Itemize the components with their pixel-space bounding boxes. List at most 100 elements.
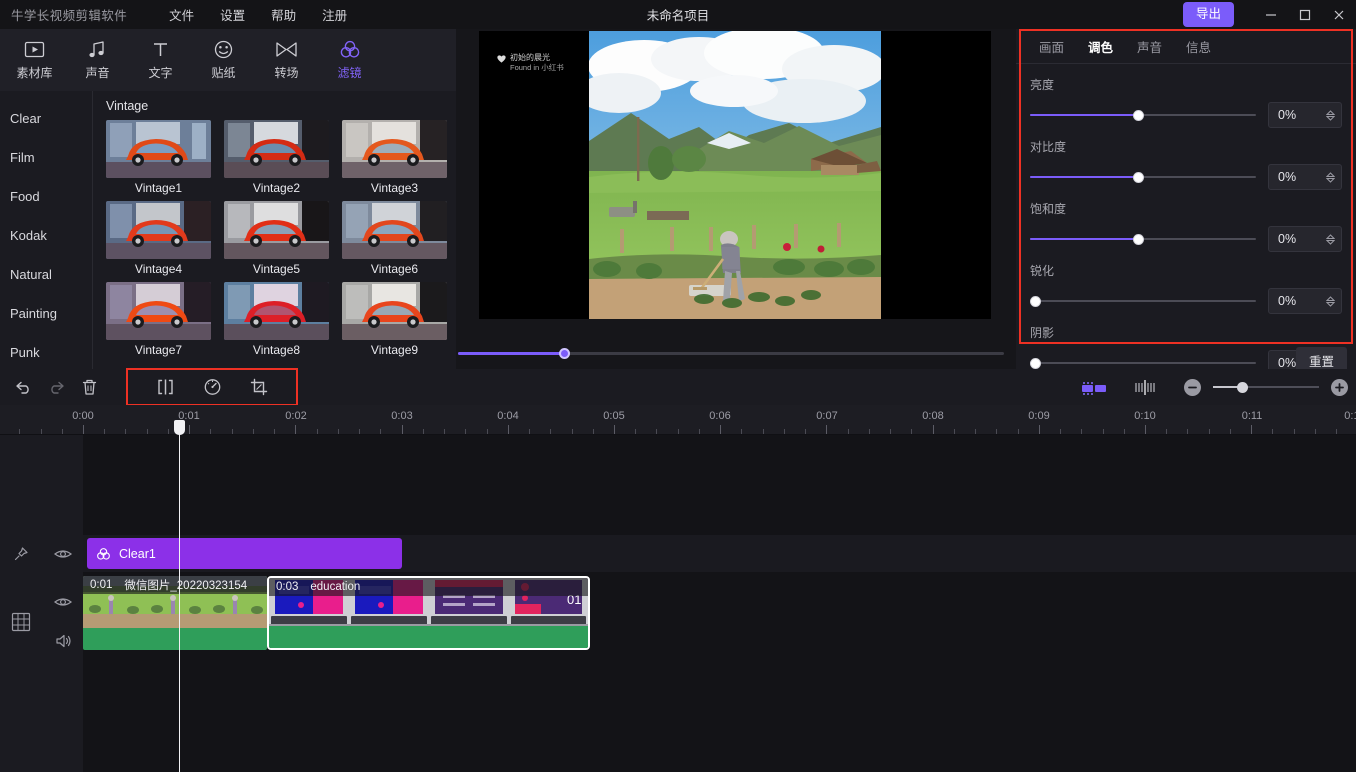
ruler-tick-minor [868, 429, 870, 434]
export-button[interactable]: 导出 [1182, 2, 1234, 27]
seek-handle[interactable] [559, 348, 570, 359]
tab-color-grading[interactable]: 调色 [1077, 31, 1124, 62]
stepper-arrows-icon[interactable] [1326, 295, 1335, 307]
shadow-slider[interactable] [1030, 357, 1256, 369]
track-empty-area[interactable] [83, 435, 1356, 535]
video-clip-1[interactable]: 0:01 微信图片_20220323154 [83, 576, 267, 650]
video-visibility-button[interactable] [53, 595, 72, 609]
saturation-value-field[interactable]: 0% [1268, 226, 1342, 252]
ruler-label: 0:09 [1028, 410, 1050, 422]
menu-item-help[interactable]: 帮助 [258, 2, 309, 27]
slider-handle[interactable] [1133, 234, 1145, 245]
slider-fill [1030, 114, 1139, 116]
pin-button[interactable] [0, 546, 42, 562]
slider-fill [1030, 238, 1139, 240]
effects-visibility-button[interactable] [42, 547, 83, 561]
category-film[interactable]: Film [0, 138, 92, 177]
clip-duration: 0:03 [276, 581, 299, 593]
minimize-button[interactable] [1254, 0, 1288, 29]
redo-icon [50, 381, 64, 394]
tab-media-library[interactable]: 素材库 [3, 39, 66, 81]
zoom-slider[interactable] [1213, 381, 1319, 393]
delete-button[interactable] [74, 374, 104, 400]
ruler-tick-minor [1272, 429, 1274, 434]
sharpen-slider[interactable] [1030, 295, 1256, 307]
stepper-arrows-icon[interactable] [1326, 233, 1335, 245]
video-clip-2[interactable]: 01 0:03 education [267, 576, 590, 650]
slider-handle[interactable] [1133, 110, 1145, 121]
contrast-slider[interactable] [1030, 171, 1256, 183]
menu-item-settings[interactable]: 设置 [207, 2, 258, 27]
ruler-tick-minor [146, 429, 148, 434]
slider-track [1030, 300, 1256, 302]
filter-item[interactable]: Vintage4 [106, 201, 211, 280]
speed-button[interactable] [197, 374, 227, 400]
tab-transition[interactable]: 转场 [255, 39, 318, 81]
maximize-button[interactable] [1288, 0, 1322, 29]
timeline-ruler[interactable]: 0:00 0:01 0:02 0:03 0:04 0:05 0:06 0:07 … [0, 405, 1356, 435]
ruler-tick-minor [911, 429, 913, 434]
filter-name: Vintage8 [252, 343, 301, 357]
zoom-in-button[interactable] [1331, 378, 1348, 396]
redo-button[interactable] [41, 374, 71, 400]
stepper-arrows-icon[interactable] [1326, 171, 1335, 183]
category-food[interactable]: Food [0, 177, 92, 216]
filter-item[interactable]: Vintage1 [106, 120, 211, 199]
zoom-handle[interactable] [1237, 382, 1248, 393]
tab-text[interactable]: 文字 [129, 39, 192, 81]
brightness-value-field[interactable]: 0% [1268, 102, 1342, 128]
split-button[interactable] [150, 374, 180, 400]
close-button[interactable] [1322, 0, 1356, 29]
close-icon [1334, 10, 1344, 19]
tab-info[interactable]: 信息 [1175, 31, 1222, 62]
slider-handle[interactable] [1030, 296, 1041, 307]
filter-item[interactable]: Vintage8 [224, 282, 329, 361]
vintage-car-thumb [106, 201, 211, 259]
category-painting[interactable]: Painting [0, 294, 92, 333]
menu-item-file[interactable]: 文件 [156, 2, 207, 27]
ruler-tick-minor [252, 429, 254, 434]
filter-item[interactable]: Vintage3 [342, 120, 447, 199]
category-natural[interactable]: Natural [0, 255, 92, 294]
stepper-arrows-icon[interactable] [1326, 109, 1335, 121]
preview-seekbar[interactable] [458, 347, 1010, 359]
category-punk[interactable]: Punk [0, 333, 92, 372]
contrast-value-field[interactable]: 0% [1268, 164, 1342, 190]
playhead-handle[interactable] [174, 420, 185, 435]
track-marker-button[interactable] [1081, 379, 1108, 396]
trim-button[interactable] [1134, 379, 1156, 396]
category-clear[interactable]: Clear [0, 99, 92, 138]
video-mute-button[interactable] [54, 633, 72, 649]
slider-handle[interactable] [1133, 172, 1145, 183]
slider-label: 对比度 [1030, 140, 1067, 154]
filter-item[interactable]: Vintage9 [342, 282, 447, 361]
brightness-slider[interactable] [1030, 109, 1256, 121]
filter-item[interactable]: Vintage7 [106, 282, 211, 361]
tab-audio[interactable]: 声音 [66, 39, 129, 81]
eye-icon [53, 598, 72, 606]
ruler-tick-minor [890, 429, 892, 434]
ruler-tick-minor [40, 429, 42, 434]
clip-audio-waveform [269, 626, 588, 648]
slider-handle[interactable] [1030, 358, 1041, 369]
menu-item-register[interactable]: 注册 [309, 2, 360, 27]
category-kodak[interactable]: Kodak [0, 216, 92, 255]
maximize-icon [1299, 9, 1311, 20]
filter-item[interactable]: Vintage2 [224, 120, 329, 199]
track-marker-icon [1082, 381, 1106, 395]
sharpen-value-field[interactable]: 0% [1268, 288, 1342, 314]
saturation-slider[interactable] [1030, 233, 1256, 245]
crop-button[interactable] [244, 374, 274, 400]
undo-button[interactable] [8, 374, 38, 400]
ruler-label: 0:03 [391, 410, 413, 422]
filter-item[interactable]: Vintage6 [342, 201, 447, 280]
tab-filter[interactable]: 滤镜 [318, 39, 381, 81]
tab-label: 转场 [274, 66, 299, 80]
tab-picture[interactable]: 画面 [1028, 31, 1075, 62]
zoom-out-button[interactable] [1184, 378, 1201, 396]
tab-sound[interactable]: 声音 [1126, 31, 1173, 62]
tab-sticker[interactable]: 贴纸 [192, 39, 255, 81]
filter-clip[interactable]: Clear1 [87, 538, 402, 569]
filter-item[interactable]: Vintage5 [224, 201, 329, 280]
ruler-tick-minor [274, 429, 276, 434]
